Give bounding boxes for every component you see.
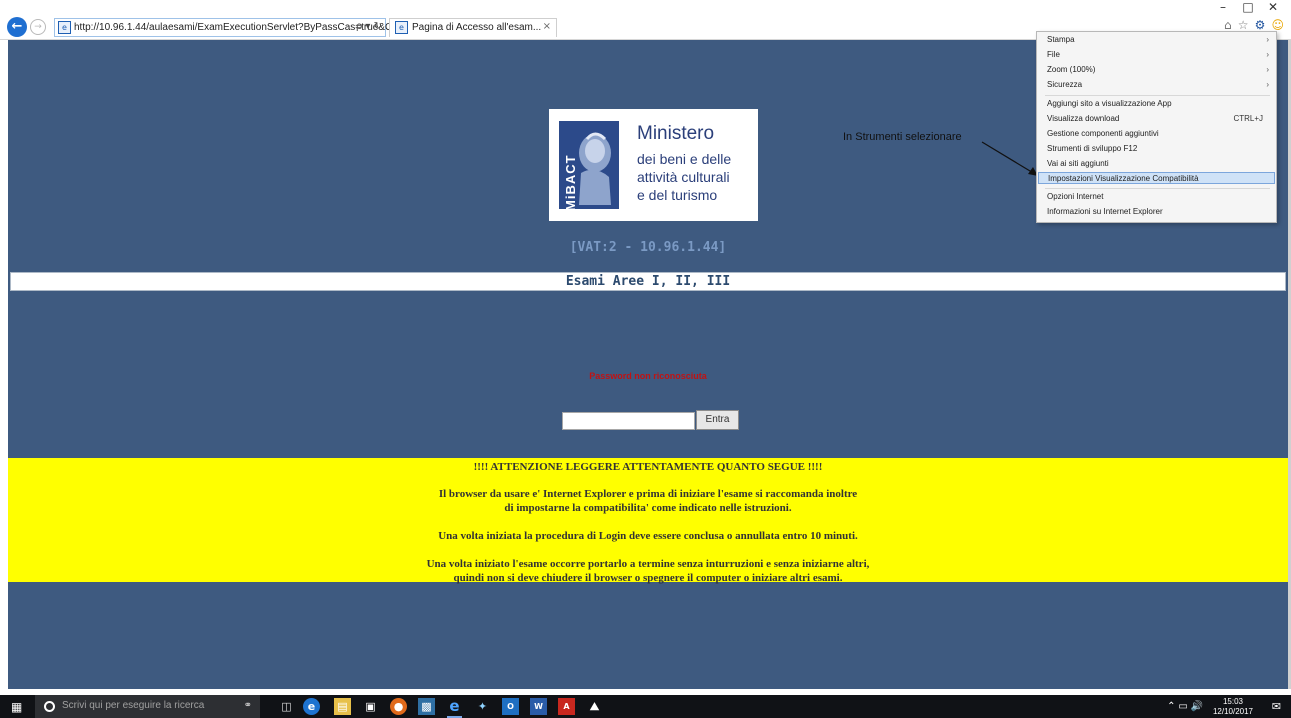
back-button[interactable]: ← xyxy=(7,17,27,37)
clock-date: 12/10/2017 xyxy=(1212,707,1253,716)
seal-text: MiBACT xyxy=(563,154,578,211)
ministry-seal-icon: MiBACT xyxy=(559,121,619,211)
window-controls: – □ ✕ xyxy=(1213,0,1283,16)
menu-item-add-app[interactable]: Aggiungi sito a visualizzazione App xyxy=(1038,98,1275,110)
search-icon xyxy=(44,701,55,712)
menu-item-devtools[interactable]: Strumenti di sviluppo F12 xyxy=(1038,143,1275,155)
password-input[interactable] xyxy=(562,412,695,430)
submenu-arrow-icon: › xyxy=(1266,65,1269,74)
menu-item-label: Stampa xyxy=(1047,35,1075,44)
menu-item-label: Visualizza download xyxy=(1047,114,1120,123)
page-favicon-icon: e xyxy=(58,21,71,34)
menu-item-security[interactable]: Sicurezza › xyxy=(1038,79,1275,91)
warning-p3-line1: Una volta iniziato l'esame occorre porta… xyxy=(426,558,870,570)
close-window-icon[interactable]: ✕ xyxy=(1263,0,1283,16)
ministry-line-2: attività culturali xyxy=(637,169,730,185)
annotation-arrow-icon xyxy=(981,141,1038,176)
file-explorer-icon[interactable]: ▤ xyxy=(334,698,351,715)
menu-item-zoom[interactable]: Zoom (100%) › xyxy=(1038,64,1275,76)
tab-exam-login[interactable]: e Pagina di Accesso all'esam... × xyxy=(389,18,557,37)
acrobat-icon[interactable]: A xyxy=(558,698,575,715)
menu-item-label: Zoom (100%) xyxy=(1047,65,1096,74)
ministry-logo: MiBACT Ministero dei beni e delle attivi… xyxy=(549,109,758,221)
search-refresh-icons[interactable]: ρ ▾ ↻ xyxy=(356,21,382,32)
back-arrow-icon: ← xyxy=(11,19,23,34)
search-placeholder: Scrivi qui per eseguire la ricerca xyxy=(62,700,205,711)
menu-item-label: Informazioni su Internet Explorer xyxy=(1047,207,1163,216)
menu-item-label: Aggiungi sito a visualizzazione App xyxy=(1047,99,1172,108)
menu-item-label: Impostazioni Visualizzazione Compatibili… xyxy=(1048,174,1199,183)
menu-item-internet-options[interactable]: Opzioni Internet xyxy=(1038,191,1275,203)
microphone-icon[interactable]: ⚭ xyxy=(244,700,252,711)
menu-item-label: Gestione componenti aggiuntivi xyxy=(1047,129,1159,138)
notification-icon[interactable]: ✉ xyxy=(1272,700,1281,713)
clock[interactable]: 15:03 12/10/2017 xyxy=(1213,697,1253,717)
internet-explorer-icon[interactable]: e xyxy=(446,698,463,718)
warning-heading: !!!! ATTENZIONE LEGGERE ATTENTAMENTE QUA… xyxy=(473,461,823,473)
minimize-icon[interactable]: – xyxy=(1213,0,1233,16)
taskbar: ▦ Scrivi qui per eseguire la ricerca ⚭ ◫… xyxy=(0,695,1291,718)
menu-separator xyxy=(1045,188,1270,189)
address-bar[interactable]: e http://10.96.1.44/aulaesami/ExamExecut… xyxy=(54,18,467,37)
word-icon[interactable]: W xyxy=(530,698,547,715)
enter-button[interactable]: Entra xyxy=(696,410,739,430)
menu-item-about-ie[interactable]: Informazioni su Internet Explorer xyxy=(1038,206,1275,218)
warning-p1-line1: Il browser da usare e' Internet Explorer… xyxy=(438,488,858,500)
photos-icon[interactable]: ⛰ xyxy=(586,698,603,715)
maximize-icon[interactable]: □ xyxy=(1238,0,1258,16)
submenu-arrow-icon: › xyxy=(1266,80,1269,89)
warning-p2: Una volta iniziata la procedura di Login… xyxy=(438,530,858,542)
menu-item-file[interactable]: File › xyxy=(1038,49,1275,61)
tab-label: Pagina di Accesso all'esam... xyxy=(412,22,542,33)
snipping-tool-icon[interactable]: ✦ xyxy=(474,698,491,715)
menu-item-label: Strumenti di sviluppo F12 xyxy=(1047,144,1138,153)
menu-item-label: Vai ai siti aggiunti xyxy=(1047,159,1109,168)
annotation-text: In Strumenti selezionare xyxy=(843,131,962,143)
tray-icons[interactable]: ⌃ ▭ 🔊 xyxy=(1167,701,1203,712)
menu-item-label: File xyxy=(1047,50,1060,59)
tab-favicon-icon: e xyxy=(395,21,408,34)
page-left-margin xyxy=(0,40,8,689)
menu-item-label: Sicurezza xyxy=(1047,80,1083,89)
task-view-icon[interactable]: ◫ xyxy=(278,698,295,715)
menu-shortcut: CTRL+J xyxy=(1233,114,1263,123)
submenu-arrow-icon: › xyxy=(1266,50,1269,59)
tools-menu: Stampa › File › Zoom (100%) › Sicurezza … xyxy=(1036,31,1277,223)
warning-box: !!!! ATTENZIONE LEGGERE ATTENTAMENTE QUA… xyxy=(8,458,1288,584)
clock-time: 15:03 xyxy=(1222,697,1243,706)
ministry-line-3: e del turismo xyxy=(637,187,718,203)
menu-item-print[interactable]: Stampa › xyxy=(1038,34,1275,46)
outlook-icon[interactable]: O xyxy=(502,698,519,715)
menu-item-label: Opzioni Internet xyxy=(1047,192,1104,201)
app-icon[interactable]: ▩ xyxy=(418,698,435,715)
warning-p1-line2: di impostarne la compatibilita' come ind… xyxy=(504,502,792,514)
screen: ← → e http://10.96.1.44/aulaesami/ExamEx… xyxy=(0,0,1291,718)
ministry-title: Ministero xyxy=(637,123,715,144)
firefox-icon[interactable]: ● xyxy=(390,698,407,715)
server-id: [VAT:2 - 10.96.1.44] xyxy=(569,240,727,255)
forward-button[interactable]: → xyxy=(30,19,46,35)
store-icon[interactable]: ▣ xyxy=(362,698,379,715)
exam-area-banner: Esami Aree I, II, III xyxy=(10,272,1286,291)
taskbar-search[interactable]: Scrivi qui per eseguire la ricerca ⚭ xyxy=(35,695,260,718)
ministry-line-1: dei beni e delle xyxy=(637,151,732,167)
menu-separator xyxy=(1045,95,1270,96)
warning-p3-line2: quindi non si deve chiudere il browser o… xyxy=(453,572,843,584)
menu-item-addons[interactable]: Gestione componenti aggiuntivi xyxy=(1038,128,1275,140)
tab-close-icon[interactable]: × xyxy=(543,21,551,32)
edge-icon[interactable]: e xyxy=(303,698,320,715)
menu-item-compatibility-view[interactable]: Impostazioni Visualizzazione Compatibili… xyxy=(1038,172,1275,184)
windows-start-icon[interactable]: ▦ xyxy=(11,700,22,714)
submenu-arrow-icon: › xyxy=(1266,35,1269,44)
menu-item-downloads[interactable]: Visualizza download CTRL+J xyxy=(1038,113,1275,125)
error-message: Password non riconosciuta xyxy=(589,371,707,381)
forward-arrow-icon: → xyxy=(34,22,42,32)
menu-item-pinned-sites[interactable]: Vai ai siti aggiunti xyxy=(1038,158,1275,170)
